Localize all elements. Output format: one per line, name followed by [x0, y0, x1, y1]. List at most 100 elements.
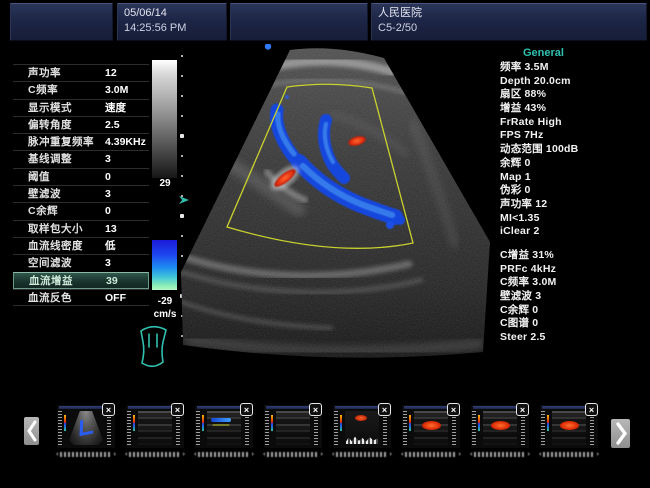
thumbnail-colorbar: [271, 415, 273, 431]
parameter-row[interactable]: 偏转角度 2.5: [13, 115, 149, 133]
thumbnail-close-button[interactable]: ×: [309, 403, 322, 416]
velocity-scale-min: -29: [157, 296, 173, 307]
thumbnail-left-params: [541, 411, 545, 446]
info-line: Steer 2.5: [500, 331, 648, 345]
orientation-marker-dot: [264, 44, 272, 50]
parameter-label: 偏转角度: [28, 118, 72, 131]
info-line: FrRate High: [500, 116, 648, 130]
parameter-row[interactable]: 血流增益 39: [13, 271, 149, 289]
topbar-time: 14:25:56 PM: [124, 22, 187, 34]
info-line: 频率 3.5M: [500, 61, 648, 75]
thumbnail-close-button[interactable]: ×: [240, 403, 253, 416]
parameter-value: 4.39KHz: [105, 136, 146, 149]
color-doppler-bar: [152, 190, 177, 290]
info-text: 声功率 12: [500, 197, 548, 210]
thumbnail-close-button[interactable]: ×: [171, 403, 184, 416]
thumbnail-doppler-blob: [355, 415, 367, 421]
ultrasound-image[interactable]: [181, 44, 490, 364]
info-text: 余辉 0: [500, 156, 531, 169]
parameter-row[interactable]: 血流反色 OFF: [13, 288, 149, 307]
thumbnail-scan-area: [138, 411, 172, 445]
thumbnail-doppler-blob: [491, 421, 510, 430]
doppler-bar-negative: [152, 240, 177, 290]
info-text: FPS 7Hz: [500, 129, 544, 142]
info-text: C余辉 0: [500, 303, 539, 316]
chevron-left-icon: [26, 420, 36, 442]
parameter-row[interactable]: 基线调整 3: [13, 150, 149, 167]
parameter-row[interactable]: 脉冲重复频率 4.39KHz: [13, 133, 149, 150]
thumbnail-right-params: [452, 411, 456, 446]
parameter-row[interactable]: C频率 3.0M: [13, 81, 149, 98]
parameter-row[interactable]: 壁滤波 3: [13, 185, 149, 202]
thumbnail-left-params: [334, 411, 338, 446]
thumbnail-left-params: [265, 411, 269, 446]
thumbstrip-prev-button[interactable]: [24, 417, 39, 445]
parameter-label: 血流反色: [28, 291, 72, 304]
thumbnail-close-button[interactable]: ×: [447, 403, 460, 416]
image-info-panel: General 频率 3.5M Depth 20.0cm 扇区 88% 增益 4…: [500, 47, 648, 239]
parameter-value: 13: [105, 222, 117, 235]
parameter-row[interactable]: 空间滤波 3: [13, 254, 149, 271]
thumbnail-item: ×: [539, 403, 599, 461]
topbar-date: 05/06/14: [124, 7, 167, 19]
thumbnail-scan-area: [69, 411, 103, 445]
parameter-row[interactable]: C余辉 0: [13, 202, 149, 219]
thumbnail-doppler-blob: [560, 421, 579, 430]
parameter-row[interactable]: 阈值 0: [13, 167, 149, 185]
thumbnail-close-button[interactable]: ×: [585, 403, 598, 416]
thumbstrip-next-button[interactable]: [611, 419, 630, 448]
thumbnail-close-button[interactable]: ×: [378, 403, 391, 416]
chevron-right-icon: [615, 422, 627, 445]
parameter-row[interactable]: 显示模式 速度: [13, 98, 149, 116]
info-text: FrRate High: [500, 115, 562, 128]
parameter-value: 39: [106, 274, 118, 287]
info-text: iClear 2: [500, 225, 540, 238]
info-text: PRFc 4kHz: [500, 262, 557, 275]
color-info-panel: C增益 31% PRFc 4kHz C频率 3.0M 壁滤波 3 C余辉 0 C…: [500, 249, 648, 345]
thumbnail-item: ×: [56, 403, 116, 461]
grayscale-map-bar: [152, 60, 177, 178]
thumbnail-item: ×: [263, 403, 323, 461]
info-text: 增益 43%: [500, 102, 547, 115]
info-line: C余辉 0: [500, 304, 648, 318]
info-line: C增益 31%: [500, 249, 648, 263]
thumbnail-caption: [332, 452, 392, 457]
thumbnail-colorbar: [133, 415, 135, 431]
thumbnail-right-params: [521, 411, 525, 446]
thumbnail-left-params: [403, 411, 407, 446]
info-text: Depth 20.0cm: [500, 74, 571, 87]
parameter-row[interactable]: 声功率 12: [13, 64, 149, 81]
info-line: 声功率 12: [500, 198, 648, 212]
thumbnail-caption: [194, 452, 254, 457]
parameter-label: 声功率: [28, 67, 61, 79]
info-line: iClear 2: [500, 225, 648, 239]
parameter-value: 3: [105, 188, 111, 201]
thumbnail-close-button[interactable]: ×: [102, 403, 115, 416]
thumbnail-right-params: [314, 411, 318, 446]
preset-name: General: [523, 47, 564, 59]
parameter-value: 2.5: [105, 118, 120, 131]
info-line: 扇区 88%: [500, 88, 648, 102]
parameter-value: 0: [105, 205, 111, 218]
parameter-value: OFF: [105, 291, 126, 304]
velocity-scale-unit: cm/s: [153, 309, 177, 320]
parameter-row[interactable]: 血流线密度 低: [13, 236, 149, 254]
thumbnail-caption: [125, 452, 185, 457]
parameter-value: 0: [105, 170, 111, 183]
info-line: 增益 43%: [500, 102, 648, 116]
parameter-label: 取样包大小: [28, 222, 83, 235]
parameter-label: 空间滤波: [28, 257, 72, 270]
thumbnail-strip: × × × × × × × ×: [56, 403, 599, 461]
topbar-panel-blank-mid: [230, 3, 368, 41]
parameter-label: 阈值: [28, 170, 50, 183]
info-line: C频率 3.0M: [500, 276, 648, 290]
info-text: Map 1: [500, 170, 531, 183]
info-text: MI<1.35: [500, 211, 540, 224]
thumbnail-doppler-blob: [422, 421, 441, 430]
thumbnail-colorbar: [64, 415, 66, 431]
thumbnail-colorbar: [340, 415, 342, 431]
thumbnail-item: ×: [125, 403, 185, 461]
info-text: 频率 3.5M: [500, 61, 549, 73]
parameter-row[interactable]: 取样包大小 13: [13, 219, 149, 237]
thumbnail-close-button[interactable]: ×: [516, 403, 529, 416]
